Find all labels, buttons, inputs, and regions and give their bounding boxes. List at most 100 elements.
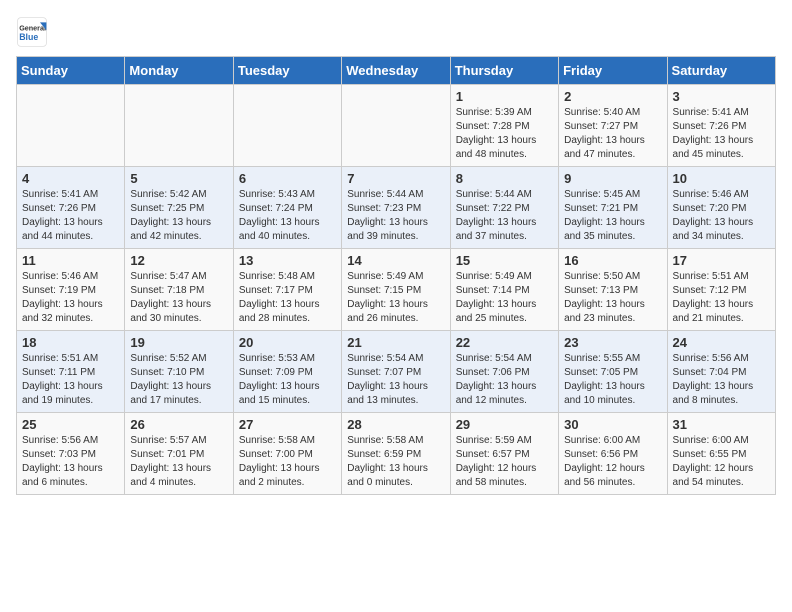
calendar-week-row: 1 Sunrise: 5:39 AM Sunset: 7:28 PM Daylig… — [17, 85, 776, 167]
weekday-header-row: SundayMondayTuesdayWednesdayThursdayFrid… — [17, 57, 776, 85]
day-info: Sunrise: 5:58 AM Sunset: 6:59 PM Dayligh… — [347, 434, 444, 490]
day-number: 14 — [347, 253, 444, 268]
calendar-cell: 3Sunrise: 5:41 AM Sunset: 7:26 PM Daylig… — [667, 85, 775, 167]
calendar-cell: 18 Sunrise: 5:51 AM Sunset: 7:11 PM Dayli… — [17, 331, 125, 413]
calendar-cell: 16 Sunrise: 5:50 AM Sunset: 7:13 PM Dayli… — [559, 249, 667, 331]
day-info: Sunrise: 6:00 AM Sunset: 6:55 PM Dayligh… — [673, 434, 770, 490]
day-info: Sunrise: 5:54 AM Sunset: 7:07 PM Dayligh… — [347, 352, 444, 408]
day-number: 24 — [673, 335, 770, 350]
calendar-cell: 28 Sunrise: 5:58 AM Sunset: 6:59 PM Dayli… — [342, 413, 450, 495]
day-info: Sunrise: 5:48 AM Sunset: 7:17 PM Dayligh… — [239, 270, 336, 326]
day-number: 9 — [564, 171, 661, 186]
calendar-cell: 26Sunrise: 5:57 AM Sunset: 7:01 PM Dayli… — [125, 413, 233, 495]
day-number: 29 — [456, 417, 553, 432]
calendar-week-row: 18 Sunrise: 5:51 AM Sunset: 7:11 PM Dayli… — [17, 331, 776, 413]
day-number: 1 — [456, 89, 553, 104]
day-number: 21 — [347, 335, 444, 350]
day-info: Sunrise: 5:40 AM Sunset: 7:27 PM Dayligh… — [564, 106, 661, 162]
day-number: 17 — [673, 253, 770, 268]
page-header: General Blue — [16, 16, 776, 48]
calendar-cell — [17, 85, 125, 167]
day-number: 12 — [130, 253, 227, 268]
day-info: Sunrise: 5:46 AM Sunset: 7:20 PM Dayligh… — [673, 188, 770, 244]
calendar-cell: 30 Sunrise: 6:00 AM Sunset: 6:56 PM Dayli… — [559, 413, 667, 495]
day-info: Sunrise: 5:51 AM Sunset: 7:11 PM Dayligh… — [22, 352, 119, 408]
day-info: Sunrise: 5:54 AM Sunset: 7:06 PM Dayligh… — [456, 352, 553, 408]
day-number: 4 — [22, 171, 119, 186]
calendar-cell — [342, 85, 450, 167]
calendar-cell: 21 Sunrise: 5:54 AM Sunset: 7:07 PM Dayli… — [342, 331, 450, 413]
calendar-cell: 24 Sunrise: 5:56 AM Sunset: 7:04 PM Dayli… — [667, 331, 775, 413]
day-number: 13 — [239, 253, 336, 268]
day-number: 30 — [564, 417, 661, 432]
calendar-cell: 12 Sunrise: 5:47 AM Sunset: 7:18 PM Dayli… — [125, 249, 233, 331]
day-info: Sunrise: 5:43 AM Sunset: 7:24 PM Dayligh… — [239, 188, 336, 244]
day-info: Sunrise: 5:55 AM Sunset: 7:05 PM Dayligh… — [564, 352, 661, 408]
svg-text:Blue: Blue — [19, 32, 38, 42]
day-info: Sunrise: 5:44 AM Sunset: 7:22 PM Dayligh… — [456, 188, 553, 244]
calendar-cell: 2Sunrise: 5:40 AM Sunset: 7:27 PM Daylig… — [559, 85, 667, 167]
day-info: Sunrise: 5:49 AM Sunset: 7:14 PM Dayligh… — [456, 270, 553, 326]
day-info: Sunrise: 5:39 AM Sunset: 7:28 PM Dayligh… — [456, 106, 553, 162]
calendar-week-row: 11 Sunrise: 5:46 AM Sunset: 7:19 PM Dayli… — [17, 249, 776, 331]
day-info: Sunrise: 5:50 AM Sunset: 7:13 PM Dayligh… — [564, 270, 661, 326]
day-info: Sunrise: 5:52 AM Sunset: 7:10 PM Dayligh… — [130, 352, 227, 408]
day-number: 27 — [239, 417, 336, 432]
day-number: 5 — [130, 171, 227, 186]
day-number: 20 — [239, 335, 336, 350]
day-number: 25 — [22, 417, 119, 432]
day-number: 16 — [564, 253, 661, 268]
day-number: 8 — [456, 171, 553, 186]
calendar-cell: 4 Sunrise: 5:41 AM Sunset: 7:26 PM Daylig… — [17, 167, 125, 249]
weekday-header-sunday: Sunday — [17, 57, 125, 85]
day-info: Sunrise: 5:44 AM Sunset: 7:23 PM Dayligh… — [347, 188, 444, 244]
day-number: 18 — [22, 335, 119, 350]
day-info: Sunrise: 5:47 AM Sunset: 7:18 PM Dayligh… — [130, 270, 227, 326]
day-number: 31 — [673, 417, 770, 432]
day-number: 15 — [456, 253, 553, 268]
day-number: 23 — [564, 335, 661, 350]
weekday-header-wednesday: Wednesday — [342, 57, 450, 85]
day-number: 6 — [239, 171, 336, 186]
weekday-header-thursday: Thursday — [450, 57, 558, 85]
calendar-cell — [233, 85, 341, 167]
day-info: Sunrise: 5:56 AM Sunset: 7:03 PM Dayligh… — [22, 434, 119, 490]
calendar-cell: 22 Sunrise: 5:54 AM Sunset: 7:06 PM Dayli… — [450, 331, 558, 413]
day-info: Sunrise: 5:56 AM Sunset: 7:04 PM Dayligh… — [673, 352, 770, 408]
calendar-cell: 7 Sunrise: 5:44 AM Sunset: 7:23 PM Daylig… — [342, 167, 450, 249]
day-info: Sunrise: 5:51 AM Sunset: 7:12 PM Dayligh… — [673, 270, 770, 326]
day-info: Sunrise: 5:46 AM Sunset: 7:19 PM Dayligh… — [22, 270, 119, 326]
day-number: 28 — [347, 417, 444, 432]
calendar-cell: 20 Sunrise: 5:53 AM Sunset: 7:09 PM Dayli… — [233, 331, 341, 413]
day-info: Sunrise: 5:59 AM Sunset: 6:57 PM Dayligh… — [456, 434, 553, 490]
calendar-cell: 9Sunrise: 5:45 AM Sunset: 7:21 PM Daylig… — [559, 167, 667, 249]
day-info: Sunrise: 5:41 AM Sunset: 7:26 PM Dayligh… — [673, 106, 770, 162]
weekday-header-monday: Monday — [125, 57, 233, 85]
calendar-cell: 8 Sunrise: 5:44 AM Sunset: 7:22 PM Daylig… — [450, 167, 558, 249]
calendar-week-row: 25 Sunrise: 5:56 AM Sunset: 7:03 PM Dayli… — [17, 413, 776, 495]
day-info: Sunrise: 6:00 AM Sunset: 6:56 PM Dayligh… — [564, 434, 661, 490]
calendar-week-row: 4 Sunrise: 5:41 AM Sunset: 7:26 PM Daylig… — [17, 167, 776, 249]
day-info: Sunrise: 5:41 AM Sunset: 7:26 PM Dayligh… — [22, 188, 119, 244]
day-number: 11 — [22, 253, 119, 268]
calendar-cell: 13 Sunrise: 5:48 AM Sunset: 7:17 PM Dayli… — [233, 249, 341, 331]
logo-icon: General Blue — [16, 16, 48, 48]
calendar-cell: 19 Sunrise: 5:52 AM Sunset: 7:10 PM Dayli… — [125, 331, 233, 413]
calendar-cell: 25 Sunrise: 5:56 AM Sunset: 7:03 PM Dayli… — [17, 413, 125, 495]
calendar-cell: 29 Sunrise: 5:59 AM Sunset: 6:57 PM Dayli… — [450, 413, 558, 495]
day-number: 22 — [456, 335, 553, 350]
calendar-cell — [125, 85, 233, 167]
calendar-cell: 6 Sunrise: 5:43 AM Sunset: 7:24 PM Daylig… — [233, 167, 341, 249]
day-number: 7 — [347, 171, 444, 186]
calendar-table: SundayMondayTuesdayWednesdayThursdayFrid… — [16, 56, 776, 495]
day-info: Sunrise: 5:49 AM Sunset: 7:15 PM Dayligh… — [347, 270, 444, 326]
day-info: Sunrise: 5:53 AM Sunset: 7:09 PM Dayligh… — [239, 352, 336, 408]
calendar-cell: 27 Sunrise: 5:58 AM Sunset: 7:00 PM Dayli… — [233, 413, 341, 495]
calendar-cell: 15 Sunrise: 5:49 AM Sunset: 7:14 PM Dayli… — [450, 249, 558, 331]
weekday-header-friday: Friday — [559, 57, 667, 85]
weekday-header-saturday: Saturday — [667, 57, 775, 85]
calendar-cell: 23 Sunrise: 5:55 AM Sunset: 7:05 PM Dayli… — [559, 331, 667, 413]
day-info: Sunrise: 5:58 AM Sunset: 7:00 PM Dayligh… — [239, 434, 336, 490]
day-number: 26 — [130, 417, 227, 432]
day-number: 19 — [130, 335, 227, 350]
